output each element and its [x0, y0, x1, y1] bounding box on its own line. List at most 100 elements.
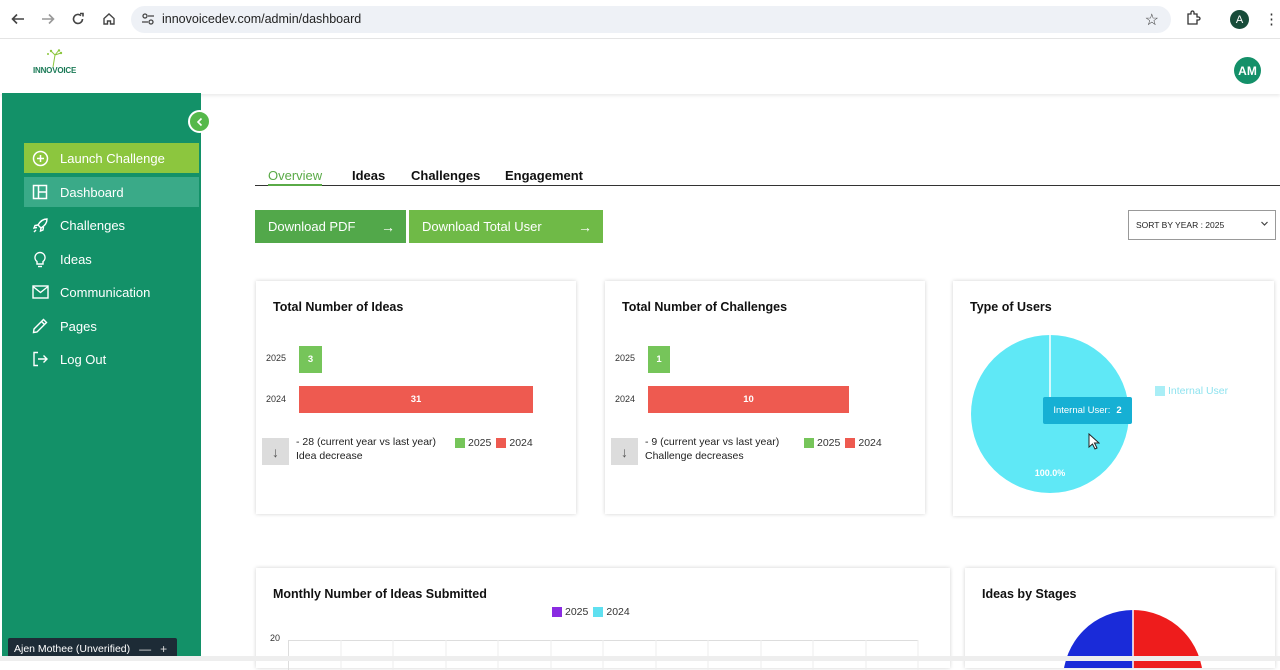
ideas-bar-2025: 3: [299, 346, 322, 373]
bookmark-star-icon[interactable]: ☆: [1145, 10, 1159, 30]
ideas-bar-2024: 31: [299, 386, 533, 413]
tab-ideas[interactable]: Ideas: [352, 168, 385, 183]
compare-line: - 28 (current year vs last year): [296, 436, 437, 448]
sidebar-item-ideas[interactable]: Ideas: [24, 244, 199, 274]
compare-line: Challenge decreases: [645, 450, 744, 462]
back-icon[interactable]: [8, 9, 28, 29]
bar-value: 10: [743, 394, 754, 405]
sidebar-item-label: Launch Challenge: [60, 150, 165, 166]
forward-icon[interactable]: [38, 9, 58, 29]
user-avatar[interactable]: AM: [1234, 57, 1261, 84]
lightbulb-icon: [31, 250, 49, 268]
sort-by-year-select[interactable]: SORT BY YEAR : 2025: [1128, 210, 1276, 240]
address-bar[interactable]: innovoicedev.com/admin/dashboard ☆: [131, 6, 1171, 33]
sidebar-item-launch-challenge[interactable]: Launch Challenge: [24, 143, 199, 173]
download-total-user-label: Download Total User: [422, 219, 542, 234]
url-text[interactable]: innovoicedev.com/admin/dashboard: [162, 12, 361, 26]
sidebar-item-label: Pages: [60, 318, 97, 334]
tooltip-label: Internal User:: [1053, 405, 1111, 416]
minimize-icon[interactable]: —: [139, 642, 151, 656]
monthly-ideas-card: Monthly Number of Ideas Submitted 2025 2…: [256, 568, 950, 670]
sidebar-item-dashboard[interactable]: Dashboard: [24, 177, 199, 207]
card-title: Monthly Number of Ideas Submitted: [273, 587, 487, 601]
bar-value: 1: [656, 354, 662, 365]
logout-icon: [31, 350, 49, 368]
card-title: Total Number of Ideas: [273, 300, 404, 314]
bar-label-2024: 2024: [615, 394, 636, 404]
ideas-total-card: Total Number of Ideas 2025 3 2024 31 ↓ -…: [256, 281, 576, 514]
bar-value: 31: [410, 394, 422, 405]
sidebar-item-label: Ideas: [60, 251, 92, 267]
ideas-compare-text: - 28 (current year vs last year) Idea de…: [296, 435, 436, 463]
challenges-compare-text: - 9 (current year vs last year) Challeng…: [645, 435, 779, 463]
collapse-sidebar-button[interactable]: [188, 110, 211, 133]
legend-label: 2025: [468, 437, 492, 449]
legend-swatch-internal-user: [1155, 386, 1165, 396]
legend-label: Internal User: [1168, 385, 1229, 397]
card-title: Ideas by Stages: [982, 587, 1077, 601]
browser-toolbar: innovoicedev.com/admin/dashboard ☆ A ⋮: [0, 0, 1280, 39]
monthly-chart-grid: [288, 640, 919, 670]
plus-circle-icon: [31, 149, 49, 167]
sidebar-item-communication[interactable]: Communication: [24, 277, 199, 307]
download-pdf-button[interactable]: Download PDF →: [255, 210, 406, 243]
challenges-legend: 2025 2024: [804, 437, 887, 449]
reload-icon[interactable]: [68, 9, 88, 29]
tab-engagement[interactable]: Engagement: [505, 168, 583, 183]
tooltip-value: 2: [1116, 405, 1122, 416]
legend-label: 2025: [817, 437, 841, 449]
chevron-left-icon: [196, 117, 202, 126]
extensions-icon[interactable]: [1185, 10, 1201, 31]
dashboard-tabs: Overview Ideas Challenges Engagement: [255, 166, 1280, 186]
browser-menu-icon[interactable]: ⋮: [1264, 10, 1279, 28]
sidebar-item-logout[interactable]: Log Out: [24, 344, 199, 374]
legend-label: 2024: [509, 437, 533, 449]
legend-label: 2024: [858, 437, 882, 449]
bar-value: 3: [307, 354, 314, 365]
challenges-total-card: Total Number of Challenges 2025 1 2024 1…: [605, 281, 925, 514]
chevron-down-icon: [1260, 219, 1269, 231]
page-bottom-edge: [0, 656, 1280, 661]
user-types-legend: Internal User: [1155, 385, 1228, 397]
legend-swatch-2025: [804, 438, 814, 448]
bar-label-2025: 2025: [615, 353, 636, 363]
browser-profile-avatar[interactable]: A: [1230, 10, 1249, 29]
tab-challenges[interactable]: Challenges: [411, 168, 480, 183]
logo-text: INNOVOICE: [33, 66, 77, 75]
pie-tooltip: Internal User: 2: [1043, 397, 1132, 424]
legend-label: 2024: [606, 606, 630, 618]
ideas-legend: 2025 2024: [455, 437, 538, 449]
pencil-icon: [31, 317, 49, 335]
sidebar-item-label: Challenges: [60, 217, 126, 233]
app-header: INNOVOICE AM: [0, 39, 1280, 94]
legend-label: 2025: [565, 606, 589, 618]
bar-label-2025: 2025: [266, 353, 287, 363]
user-chip-name: Ajen Mothee (Unverified): [14, 642, 131, 655]
site-settings-icon[interactable]: [141, 12, 155, 31]
arrow-down-icon: ↓: [262, 438, 289, 465]
mouse-cursor-icon: [1088, 432, 1101, 455]
legend-swatch-2024: [496, 438, 507, 448]
plus-icon[interactable]: +: [160, 642, 167, 656]
download-total-user-button[interactable]: Download Total User →: [409, 210, 603, 243]
ideas-by-stages-card: Ideas by Stages: [965, 568, 1275, 668]
arrow-right-icon: →: [578, 219, 592, 235]
bar-label-2024: 2024: [266, 394, 287, 404]
download-pdf-label: Download PDF: [268, 219, 356, 234]
monthly-legend: 2025 2024: [552, 606, 635, 618]
tab-overview[interactable]: Overview: [268, 168, 323, 186]
card-title: Total Number of Challenges: [622, 300, 788, 314]
home-icon[interactable]: [99, 9, 119, 29]
sort-select-value: SORT BY YEAR : 2025: [1136, 220, 1225, 230]
legend-swatch-2024: [845, 438, 856, 448]
legend-swatch-2025: [455, 438, 465, 448]
sidebar-item-pages[interactable]: Pages: [24, 311, 199, 341]
compare-line: - 9 (current year vs last year): [645, 436, 780, 448]
sidebar-item-label: Communication: [60, 284, 151, 300]
card-title: Type of Users: [970, 300, 1052, 314]
innovoice-logo[interactable]: INNOVOICE: [31, 49, 87, 85]
sidebar-item-challenges[interactable]: Challenges: [24, 210, 199, 240]
arrow-down-icon: ↓: [611, 438, 638, 465]
compare-line: Idea decrease: [296, 450, 363, 462]
challenges-bar-2024: 10: [648, 386, 849, 413]
